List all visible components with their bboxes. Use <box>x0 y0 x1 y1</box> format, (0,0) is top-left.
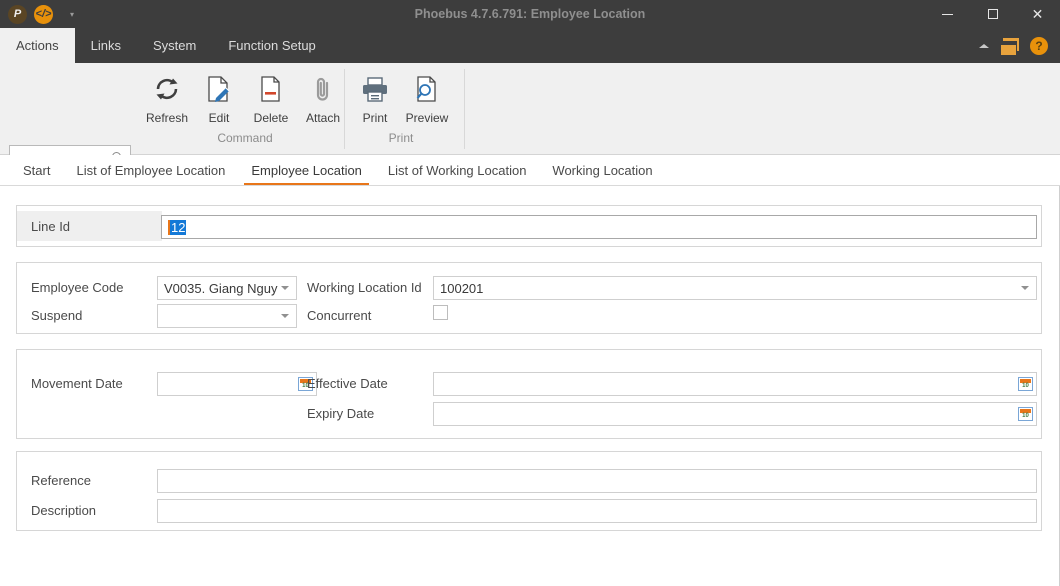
print-label: Print <box>362 111 388 125</box>
close-button[interactable]: ✕ <box>1015 0 1060 28</box>
ribbon-group-print-title: Print <box>388 131 414 145</box>
quick-access-toolbar: P </> ▾ <box>0 4 74 24</box>
chevron-down-icon <box>1021 286 1029 290</box>
doctab-list-of-working-location-label: List of Working Location <box>387 162 527 178</box>
chevron-down-icon <box>281 314 289 318</box>
panel-employee-location: Employee Code V0035. Giang Nguy Working … <box>16 262 1042 334</box>
doctab-employee-location-label: Employee Location <box>251 162 362 178</box>
maximize-button[interactable] <box>970 0 1015 28</box>
delete-button[interactable]: Delete <box>245 69 297 125</box>
chevron-up-icon[interactable] <box>979 43 989 48</box>
tab-system[interactable]: System <box>137 28 212 63</box>
ribbon-group-command-title: Command <box>217 131 273 145</box>
line-id-value: 12 <box>170 219 187 235</box>
doctab-employee-location[interactable]: Employee Location <box>238 155 375 185</box>
tab-function-setup[interactable]: Function Setup <box>212 28 331 63</box>
phoebus-logo-icon[interactable]: P <box>8 4 27 24</box>
effective-date-input[interactable] <box>433 372 1037 396</box>
employee-code-value: V0035. Giang Nguy <box>164 280 278 296</box>
employee-code-label: Employee Code <box>31 280 124 295</box>
minimize-icon <box>942 13 953 15</box>
window-controls: ✕ <box>925 0 1060 28</box>
ribbon-group-divider <box>344 69 345 149</box>
ribbon-group-print-items: Print Preview <box>349 63 453 131</box>
delete-label: Delete <box>253 111 289 125</box>
tab-actions[interactable]: Actions <box>0 28 75 63</box>
title-bar: P </> ▾ Phoebus 4.7.6.791: Employee Loca… <box>0 0 1060 28</box>
doctab-working-location-label: Working Location <box>552 162 653 178</box>
chevron-down-icon <box>281 286 289 290</box>
panel-dates: Movement Date Effective Date Expiry Date <box>16 349 1042 439</box>
tab-system-label: System <box>153 38 197 53</box>
preview-button[interactable]: Preview <box>401 69 453 125</box>
working-location-id-value: 100201 <box>440 280 484 296</box>
working-location-id-label: Working Location Id <box>307 280 422 295</box>
attach-label: Attach <box>305 111 341 125</box>
preview-label: Preview <box>405 111 449 125</box>
description-label: Description <box>31 503 97 518</box>
edit-button[interactable]: Edit <box>193 69 245 125</box>
suspend-select[interactable] <box>157 304 297 328</box>
working-location-id-select[interactable]: 100201 <box>433 276 1037 300</box>
ribbon-right-tools: ? <box>979 28 1060 63</box>
panel-notes: Reference Description <box>16 451 1042 531</box>
concurrent-checkbox[interactable] <box>433 305 448 320</box>
edit-label: Edit <box>208 111 230 125</box>
calendar-icon[interactable] <box>1018 377 1033 391</box>
panel-line-id: Line Id 12 <box>16 205 1042 247</box>
ribbon-group-command: Refresh Edit Delete Attach Command <box>140 63 350 155</box>
chevron-down-icon[interactable]: ▾ <box>70 10 74 19</box>
doctab-list-of-employee-location-label: List of Employee Location <box>76 162 226 178</box>
doctab-start[interactable]: Start <box>10 155 63 185</box>
window-title: Phoebus 4.7.6.791: Employee Location <box>414 7 646 21</box>
line-id-label: Line Id <box>17 211 162 241</box>
printer-icon <box>361 73 389 105</box>
close-icon: ✕ <box>1031 6 1044 22</box>
refresh-label: Refresh <box>145 111 189 125</box>
doctab-list-of-working-location[interactable]: List of Working Location <box>375 155 540 185</box>
ribbon-tab-strip: Actions Links System Function Setup ? <box>0 28 1060 63</box>
delete-document-icon <box>258 73 284 105</box>
minimize-button[interactable] <box>925 0 970 28</box>
reference-input[interactable] <box>157 469 1037 493</box>
document-tab-bar: Start List of Employee Location Employee… <box>0 155 1060 186</box>
suspend-label: Suspend <box>31 308 83 323</box>
effective-date-label: Effective Date <box>307 376 388 391</box>
print-button[interactable]: Print <box>349 69 401 125</box>
movement-date-input[interactable] <box>157 372 317 396</box>
paperclip-icon <box>312 73 334 105</box>
attach-button[interactable]: Attach <box>297 69 349 125</box>
expiry-date-input[interactable] <box>433 402 1037 426</box>
description-input[interactable] <box>157 499 1037 523</box>
edit-pencil-icon <box>206 73 232 105</box>
windows-tile-icon[interactable] <box>1000 37 1019 56</box>
ribbon-group-command-items: Refresh Edit Delete Attach <box>141 63 349 131</box>
tab-links-label: Links <box>90 38 121 53</box>
ribbon: Refresh Edit Delete Attach Command Print… <box>0 63 1060 169</box>
reference-label: Reference <box>31 473 91 488</box>
tab-function-setup-label: Function Setup <box>228 38 316 53</box>
concurrent-label: Concurrent <box>307 308 372 323</box>
refresh-button[interactable]: Refresh <box>141 69 193 125</box>
refresh-icon <box>154 73 180 105</box>
movement-date-label: Movement Date <box>31 376 123 391</box>
tab-actions-label: Actions <box>16 38 59 53</box>
doctab-start-label: Start <box>23 162 51 178</box>
doctab-list-of-employee-location[interactable]: List of Employee Location <box>63 155 238 185</box>
help-icon[interactable]: ? <box>1030 36 1048 55</box>
form-body: Line Id 12 Employee Code V0035. Giang Ng… <box>0 186 1060 586</box>
code-brackets-icon[interactable]: </> <box>34 4 53 24</box>
calendar-icon[interactable] <box>1018 407 1033 421</box>
employee-code-select[interactable]: V0035. Giang Nguy <box>157 276 297 300</box>
ribbon-group-divider-2 <box>464 69 465 149</box>
tab-links[interactable]: Links <box>75 28 137 63</box>
line-id-input[interactable]: 12 <box>161 215 1037 239</box>
print-preview-icon <box>414 73 440 105</box>
expiry-date-label: Expiry Date <box>307 406 375 421</box>
maximize-icon <box>987 9 998 19</box>
ribbon-group-print: Print Preview Print <box>346 63 456 155</box>
doctab-working-location[interactable]: Working Location <box>539 155 665 185</box>
